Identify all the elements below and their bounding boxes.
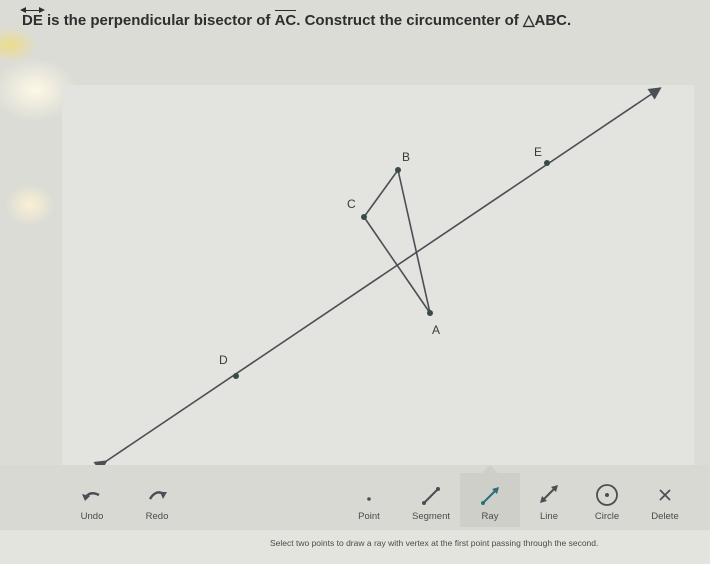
redo-button[interactable]: Redo — [127, 473, 187, 527]
segment-bc[interactable] — [363, 169, 399, 218]
close-icon — [659, 489, 671, 501]
line-de[interactable] — [93, 87, 662, 465]
point-label: Point — [358, 511, 380, 522]
segment-label: Segment — [411, 511, 451, 522]
label-d: D — [219, 353, 228, 367]
segment-ca[interactable] — [363, 216, 431, 314]
problem-prompt: DE is the perpendicular bisector of AC. … — [20, 7, 702, 34]
label-e: E — [534, 145, 542, 159]
point-d[interactable] — [233, 373, 239, 379]
prompt-text-3: . — [567, 12, 572, 29]
line-tool[interactable]: Line — [519, 473, 579, 527]
circle-label: Circle — [594, 511, 620, 522]
line-de-name: DE — [20, 7, 45, 34]
ray-icon — [481, 487, 499, 505]
status-text: Select two points to draw a ray with ver… — [270, 538, 599, 548]
point-tool[interactable]: Point — [339, 473, 399, 527]
triangle-name: ABC — [534, 12, 568, 29]
tool-bar: Undo Redo Point Segment Ray Line Circle … — [0, 465, 710, 530]
segment-icon — [422, 487, 440, 505]
point-e[interactable] — [544, 160, 550, 166]
ray-tool[interactable]: Ray — [460, 465, 520, 527]
label-a: A — [432, 323, 440, 337]
point-icon — [367, 497, 371, 501]
point-b[interactable] — [395, 167, 401, 173]
redo-label: Redo — [145, 511, 169, 522]
point-a[interactable] — [427, 310, 433, 316]
line-label: Line — [540, 511, 558, 522]
delete-tool[interactable]: Delete — [635, 473, 695, 527]
undo-icon — [82, 491, 100, 501]
label-c: C — [347, 197, 356, 211]
ray-label: Ray — [481, 511, 499, 522]
redo-icon — [148, 491, 167, 500]
prompt-text-1: is the perpendicular bisector of — [42, 12, 275, 29]
label-b: B — [402, 150, 410, 164]
circle-tool[interactable]: Circle — [577, 473, 637, 527]
line-icon — [540, 485, 558, 503]
delete-label: Delete — [651, 511, 679, 522]
drawing-canvas[interactable]: B C A E D — [62, 85, 694, 465]
segment-ba[interactable] — [397, 169, 431, 314]
triangle-symbol: △ — [522, 12, 535, 29]
segment-ac-name: AC — [274, 8, 296, 34]
undo-label: Undo — [80, 511, 104, 522]
undo-button[interactable]: Undo — [62, 473, 122, 527]
segment-tool[interactable]: Segment — [401, 473, 461, 527]
status-bar: Select two points to draw a ray with ver… — [0, 530, 710, 564]
prompt-text-2: . Construct the circumcenter of — [296, 12, 523, 29]
point-c[interactable] — [361, 214, 367, 220]
circle-icon — [596, 484, 618, 506]
